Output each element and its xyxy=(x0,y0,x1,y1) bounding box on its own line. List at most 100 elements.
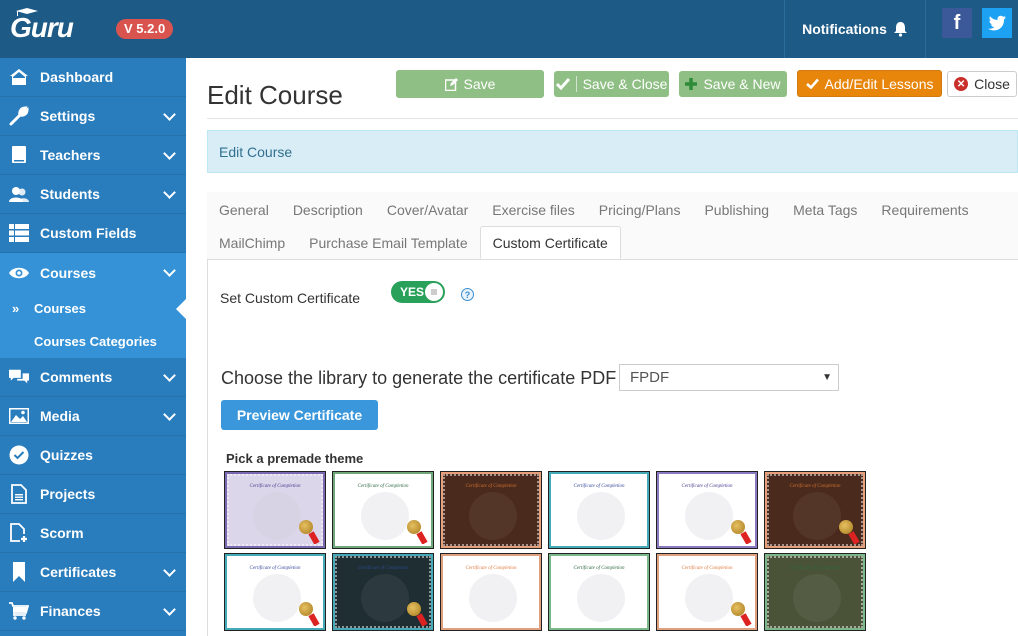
rosette-watermark xyxy=(253,574,301,622)
sidebar-item-teachers[interactable]: Teachers xyxy=(0,136,186,175)
save-new-button[interactable]: Save & New xyxy=(679,71,787,97)
submenu-item-courses-categories[interactable]: Courses Categories xyxy=(0,325,186,358)
divider xyxy=(207,118,1018,119)
guru-logo[interactable]: Guru xyxy=(10,8,74,44)
ribbon-icon xyxy=(848,531,860,544)
save-label: Save xyxy=(463,76,496,92)
seal-icon xyxy=(839,520,853,534)
tab-pricing-plans[interactable]: Pricing/Plans xyxy=(587,193,693,226)
tab-exercise-files[interactable]: Exercise files xyxy=(480,193,586,226)
theme-thumbnail[interactable]: Certificate of Completion xyxy=(656,553,758,631)
tab-requirements[interactable]: Requirements xyxy=(869,193,980,226)
tab-publishing[interactable]: Publishing xyxy=(692,193,781,226)
rosette-watermark xyxy=(793,492,841,540)
ribbon-icon xyxy=(416,531,428,544)
save-button[interactable]: Save xyxy=(396,70,544,98)
preview-certificate-button[interactable]: Preview Certificate xyxy=(221,400,378,430)
tab-purchase-email-template[interactable]: Purchase Email Template xyxy=(297,226,479,259)
submenu-item-courses[interactable]: » Courses xyxy=(0,292,186,325)
tab-mailchimp[interactable]: MailChimp xyxy=(207,226,297,259)
sidebar-item-label: Courses xyxy=(40,264,97,281)
theme-thumbnail[interactable]: Certificate of Completion xyxy=(332,471,434,549)
theme-thumbnail[interactable]: Certificate of Completion xyxy=(548,553,650,631)
sidebar-item-dashboard[interactable]: Dashboard xyxy=(0,58,186,97)
check-icon xyxy=(805,78,819,89)
rosette-watermark xyxy=(361,492,409,540)
plus-icon xyxy=(685,78,698,90)
home-icon xyxy=(9,67,29,87)
sidebar-item-settings[interactable]: Settings xyxy=(0,97,186,136)
seal-icon xyxy=(407,520,421,534)
seal-icon xyxy=(299,602,313,616)
theme-thumbnail[interactable]: Certificate of Completion xyxy=(224,553,326,631)
theme-thumbnail[interactable]: Certificate of Completion xyxy=(224,471,326,549)
sidebar-item-certificates[interactable]: Certificates xyxy=(0,553,186,592)
library-select[interactable]: FPDF ▼ xyxy=(619,364,839,391)
rosette-watermark xyxy=(469,574,517,622)
sidebar-item-courses[interactable]: Courses xyxy=(0,253,186,292)
twitter-icon[interactable] xyxy=(982,8,1012,38)
sidebar: Dashboard Settings Teachers Students Cus… xyxy=(0,58,186,636)
top-bar: Guru V 5.2.0 Notifications f xyxy=(0,0,1018,58)
courses-submenu: » Courses Courses Categories xyxy=(0,292,186,358)
rosette-watermark xyxy=(253,492,301,540)
theme-thumbnail[interactable]: Certificate of Completion xyxy=(440,471,542,549)
add-edit-lessons-label: Add/Edit Lessons xyxy=(824,75,934,92)
rosette-watermark xyxy=(793,574,841,622)
sidebar-item-students[interactable]: Students xyxy=(0,175,186,214)
theme-thumbnail[interactable]: Certificate of Completion xyxy=(764,471,866,549)
chevron-down-icon xyxy=(163,264,176,277)
facebook-icon[interactable]: f xyxy=(942,8,972,38)
tab-meta-tags[interactable]: Meta Tags xyxy=(781,193,869,226)
submenu-item-label: Courses xyxy=(34,301,87,316)
sidebar-item-finances[interactable]: Finances xyxy=(0,592,186,631)
rosette-watermark xyxy=(685,574,733,622)
file-text-icon xyxy=(9,484,29,504)
theme-title: Certificate of Completion xyxy=(249,484,301,489)
rosette-watermark xyxy=(685,492,733,540)
help-icon[interactable]: ? xyxy=(461,288,474,301)
theme-title: Certificate of Completion xyxy=(681,566,733,571)
book-icon xyxy=(9,145,29,165)
rosette-watermark xyxy=(469,492,517,540)
sidebar-item-quizzes[interactable]: Quizzes xyxy=(0,436,186,475)
tab-general[interactable]: General xyxy=(207,193,281,226)
theme-thumbnail[interactable]: Certificate of Completion xyxy=(764,553,866,631)
theme-thumbnail[interactable]: Certificate of Completion xyxy=(332,553,434,631)
close-button[interactable]: ✕ Close xyxy=(947,71,1017,97)
theme-thumbnail[interactable]: Certificate of Completion xyxy=(548,471,650,549)
main-content: Edit Course Save Save & Close Save & New… xyxy=(186,58,1018,636)
sidebar-item-comments[interactable]: Comments xyxy=(0,358,186,397)
sidebar-item-media[interactable]: Media xyxy=(0,397,186,436)
sidebar-item-label: Certificates xyxy=(40,564,117,580)
sidebar-item-label: Settings xyxy=(40,108,96,124)
theme-title: Certificate of Completion xyxy=(465,484,517,489)
set-custom-certificate-toggle[interactable]: YES xyxy=(391,281,445,303)
add-edit-lessons-button[interactable]: Add/Edit Lessons xyxy=(797,70,942,97)
theme-thumbnail[interactable]: Certificate of Completion xyxy=(440,553,542,631)
library-label: Choose the library to generate the certi… xyxy=(221,368,617,388)
theme-thumbnail[interactable]: Certificate of Completion xyxy=(656,471,758,549)
library-selected-value: FPDF xyxy=(630,369,670,386)
tab-description[interactable]: Description xyxy=(281,193,375,226)
version-badge: V 5.2.0 xyxy=(116,19,174,39)
sidebar-item-projects[interactable]: Projects xyxy=(0,475,186,514)
notifications-button[interactable]: Notifications xyxy=(784,0,926,58)
tab-custom-certificate[interactable]: Custom Certificate xyxy=(479,226,621,259)
users-icon xyxy=(9,184,29,204)
ribbon-icon xyxy=(308,613,320,626)
toggle-value: YES xyxy=(400,285,425,299)
save-close-button[interactable]: Save & Close xyxy=(554,71,669,97)
set-custom-certificate-label: Set Custom Certificate xyxy=(220,290,361,306)
rosette-watermark xyxy=(577,492,625,540)
rosette-watermark xyxy=(361,574,409,622)
tab-cover-avatar[interactable]: Cover/Avatar xyxy=(375,193,480,226)
image-icon xyxy=(9,406,29,426)
theme-title: Certificate of Completion xyxy=(249,566,301,571)
ribbon-icon xyxy=(308,531,320,544)
sidebar-item-custom-fields[interactable]: Custom Fields xyxy=(0,214,186,253)
logo-text: Guru xyxy=(10,12,74,43)
list-icon xyxy=(9,223,29,243)
sidebar-item-scorm[interactable]: Scorm xyxy=(0,514,186,553)
seal-icon xyxy=(407,602,421,616)
